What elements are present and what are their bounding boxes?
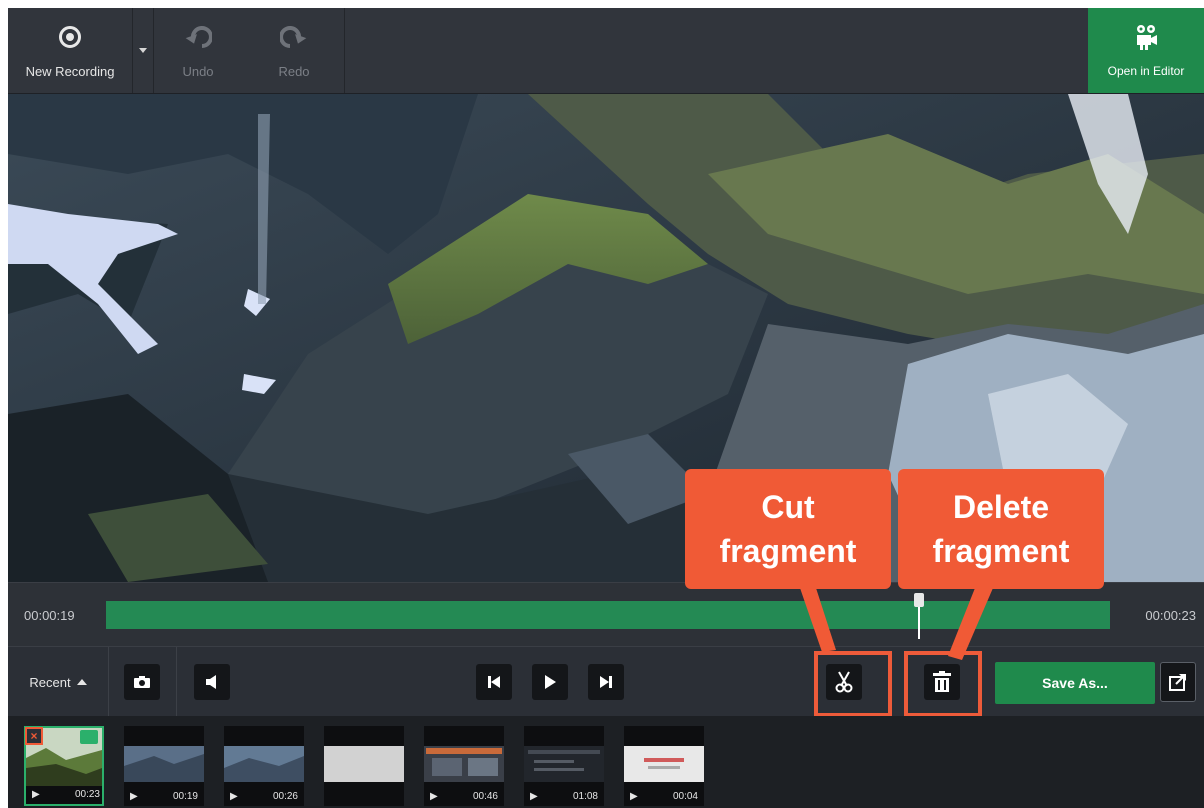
delete-callout-pointer <box>948 588 993 660</box>
callout-pointers <box>800 588 993 660</box>
delete-fragment-callout-text: Delete fragment <box>932 489 1070 569</box>
cut-callout-pointer <box>800 588 836 652</box>
cut-fragment-callout: Cut fragment <box>685 469 891 589</box>
delete-fragment-callout: Delete fragment <box>898 469 1104 589</box>
cut-fragment-callout-text: Cut fragment <box>719 489 857 569</box>
